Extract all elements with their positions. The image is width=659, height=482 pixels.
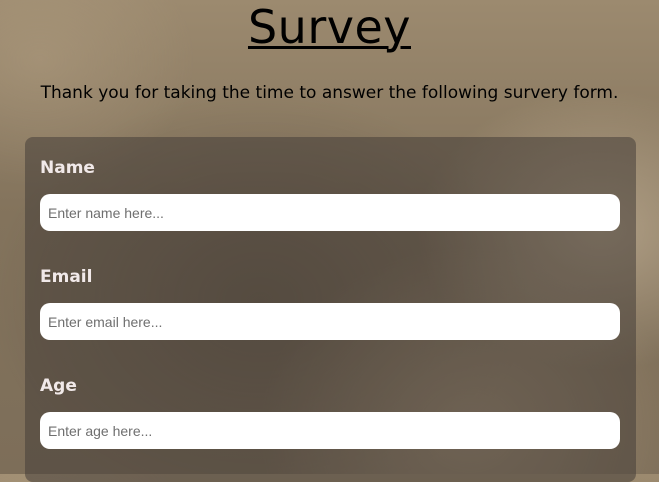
- name-label: Name: [40, 158, 95, 178]
- page-title: Survey: [247, 0, 411, 54]
- page-description: Thank you for taking the time to answer …: [40, 83, 619, 103]
- name-input[interactable]: [40, 194, 620, 231]
- survey-form: Name Email Age: [25, 137, 636, 482]
- page: Survey Thank you for taking the time to …: [0, 0, 659, 482]
- email-input[interactable]: [40, 303, 620, 340]
- age-input[interactable]: [40, 412, 620, 449]
- age-label: Age: [40, 376, 77, 396]
- email-label: Email: [40, 267, 93, 287]
